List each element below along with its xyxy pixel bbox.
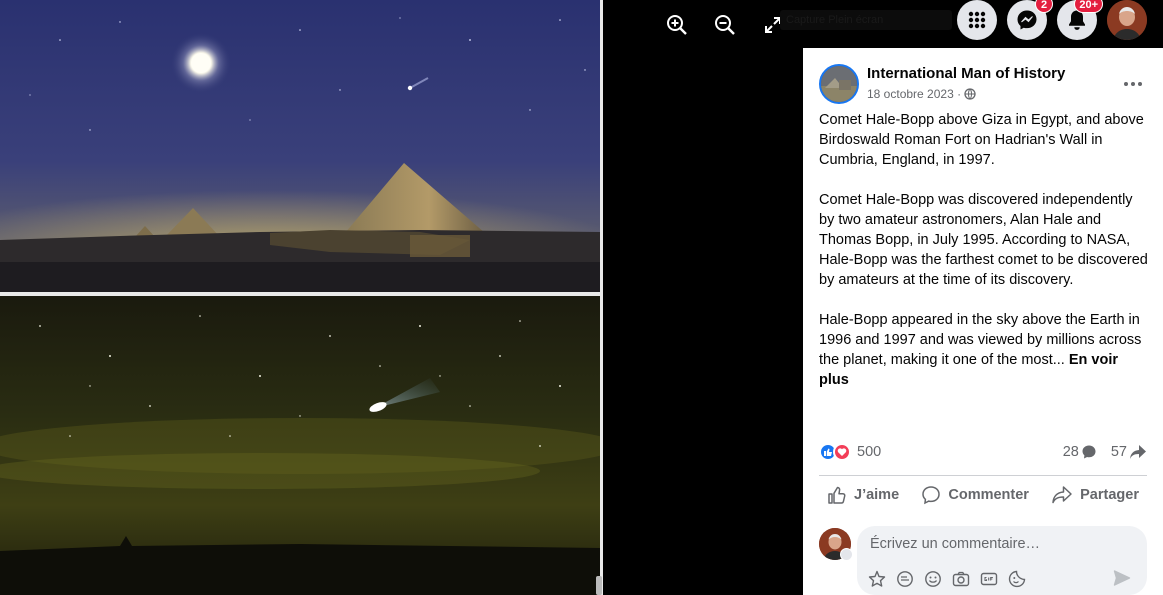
like-button-label: J’aime — [854, 486, 900, 503]
comment-placeholder: Écrivez un commentaire… — [870, 536, 1041, 552]
comment-count[interactable]: 28 — [1063, 444, 1097, 460]
grid-menu-icon — [968, 11, 986, 29]
reaction-icons[interactable] — [819, 443, 851, 461]
account-avatar[interactable] — [1107, 0, 1147, 40]
messenger-icon — [1017, 10, 1037, 30]
photo-viewer: Capture Plein écran — [0, 0, 952, 595]
menu-button[interactable] — [957, 0, 997, 40]
sticker-face-icon[interactable] — [1007, 569, 1027, 589]
comment-composer: Écrivez un commentaire… — [819, 526, 1147, 595]
photo-vertical-divider — [600, 0, 603, 595]
send-icon — [1113, 570, 1131, 586]
photo-birdoswald-comet[interactable] — [0, 296, 600, 595]
zoom-out-button[interactable] — [710, 10, 740, 40]
comment-icon — [922, 485, 941, 504]
post-panel: International Man of History 18 octobre … — [803, 48, 1163, 595]
zoom-in-icon — [667, 15, 687, 35]
post-stats: 500 28 57 — [819, 440, 1147, 464]
share-button-label: Partager — [1080, 486, 1139, 503]
scrollbar-thumb[interactable] — [596, 576, 602, 595]
comment-tools — [867, 569, 1027, 589]
page-name[interactable]: International Man of History — [867, 65, 1065, 82]
post-date: 18 octobre 2023 · — [867, 87, 976, 101]
share-button[interactable]: Partager — [1043, 485, 1147, 505]
post-text: Comet Hale-Bopp above Giza in Egypt, and… — [819, 110, 1149, 390]
comment-count-value: 28 — [1062, 444, 1079, 460]
top-actions: 2 20+ — [957, 0, 1147, 40]
notifications-button[interactable]: 20+ — [1057, 0, 1103, 40]
globe-icon — [964, 88, 976, 100]
comment-bubble-icon — [1082, 445, 1096, 459]
love-reaction-icon — [833, 443, 851, 461]
comment-button-label: Commenter — [948, 486, 1029, 503]
avatar-sticker-icon[interactable] — [867, 569, 887, 589]
page-avatar[interactable] — [819, 64, 859, 104]
thumbs-up-icon — [828, 486, 846, 504]
reaction-count[interactable]: 500 — [857, 444, 881, 460]
share-count[interactable]: 57 — [1111, 444, 1147, 460]
post-paragraph: Hale-Bopp appeared in the sky above the … — [819, 310, 1149, 390]
post-actions: J’aime Commenter Partager — [819, 475, 1147, 513]
post-date-text[interactable]: 18 octobre 2023 · — [867, 87, 961, 101]
messenger-button[interactable]: 2 — [1007, 0, 1053, 40]
share-count-value: 57 — [1110, 444, 1127, 460]
share-arrow-icon — [1130, 445, 1146, 459]
photo-giza-pyramids[interactable] — [0, 0, 600, 293]
comment-input[interactable]: Écrivez un commentaire… — [857, 526, 1147, 595]
messenger-badge: 2 — [1035, 0, 1053, 13]
gif-icon[interactable] — [979, 569, 999, 589]
notifications-badge: 20+ — [1074, 0, 1103, 13]
more-options-icon — [1124, 82, 1142, 86]
chevron-down-icon[interactable] — [840, 548, 853, 561]
zoom-out-icon — [715, 15, 735, 35]
post-options-button[interactable] — [1115, 66, 1151, 102]
comment-button[interactable]: Commenter — [913, 485, 1037, 505]
fullscreen-tooltip: Capture Plein écran — [780, 10, 952, 30]
send-button[interactable] — [1113, 569, 1133, 589]
sticker-icon[interactable] — [895, 569, 915, 589]
emoji-icon[interactable] — [923, 569, 943, 589]
share-icon — [1052, 485, 1072, 503]
post-header: International Man of History 18 octobre … — [819, 64, 1151, 104]
like-button[interactable]: J’aime — [819, 485, 907, 505]
stats-right: 28 57 — [1063, 444, 1147, 460]
camera-icon[interactable] — [951, 569, 971, 589]
post-paragraph: Comet Hale-Bopp above Giza in Egypt, and… — [819, 112, 1144, 168]
zoom-in-button[interactable] — [662, 10, 692, 40]
post-paragraph: Comet Hale-Bopp was discovered independe… — [819, 192, 1148, 288]
